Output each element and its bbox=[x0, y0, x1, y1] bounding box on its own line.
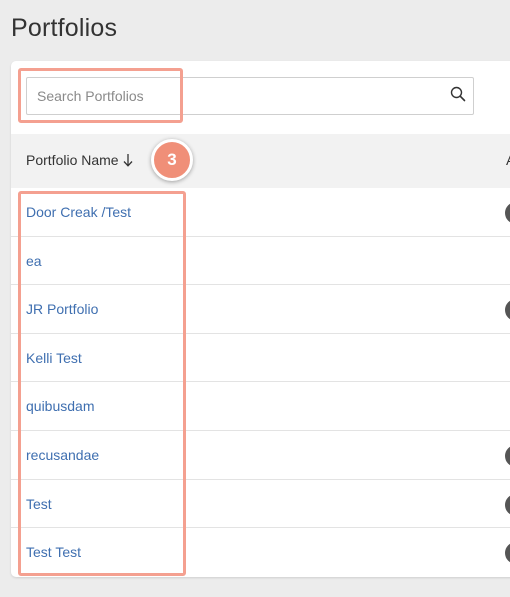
portfolio-list: Door Creak /Test ea JR Portfolio Kelli Test… bbox=[11, 188, 510, 577]
step-badge: 3 bbox=[151, 139, 193, 181]
portfolio-name-link[interactable]: Test bbox=[26, 496, 52, 512]
portfolio-name-link[interactable]: quibusdam bbox=[26, 398, 95, 414]
column-header-portfolio-name[interactable]: Portfolio Name bbox=[26, 152, 133, 168]
table-row: Test Test bbox=[11, 528, 510, 577]
portfolio-name-link[interactable]: Test Test bbox=[26, 544, 81, 560]
table-row: Door Creak /Test bbox=[11, 188, 510, 237]
portfolios-card: Portfolio Name A Door Creak /Test ea JR Po… bbox=[11, 61, 510, 577]
column-header-label: Portfolio Name bbox=[26, 152, 119, 168]
status-indicator bbox=[505, 299, 510, 322]
table-header: Portfolio Name A bbox=[11, 134, 510, 188]
search-box[interactable] bbox=[26, 77, 474, 115]
table-row: quibusdam bbox=[11, 382, 510, 431]
table-row: Test bbox=[11, 480, 510, 529]
status-indicator bbox=[505, 542, 510, 565]
column-header-next[interactable]: A bbox=[506, 152, 510, 168]
arrow-down-icon bbox=[123, 154, 133, 167]
table-row: Kelli Test bbox=[11, 334, 510, 383]
search-icon[interactable] bbox=[450, 86, 466, 102]
table-row: JR Portfolio bbox=[11, 285, 510, 334]
search-input[interactable] bbox=[27, 78, 437, 114]
table-row: recusandae bbox=[11, 431, 510, 480]
table-row: ea bbox=[11, 237, 510, 286]
page-title: Portfolios bbox=[11, 14, 118, 42]
portfolio-name-link[interactable]: ea bbox=[26, 253, 42, 269]
status-indicator bbox=[505, 444, 510, 467]
status-indicator bbox=[505, 202, 510, 224]
portfolio-name-link[interactable]: Door Creak /Test bbox=[26, 204, 131, 220]
portfolio-name-link[interactable]: recusandae bbox=[26, 447, 99, 463]
status-indicator bbox=[505, 493, 510, 516]
portfolio-name-link[interactable]: Kelli Test bbox=[26, 350, 82, 366]
portfolio-name-link[interactable]: JR Portfolio bbox=[26, 301, 98, 317]
